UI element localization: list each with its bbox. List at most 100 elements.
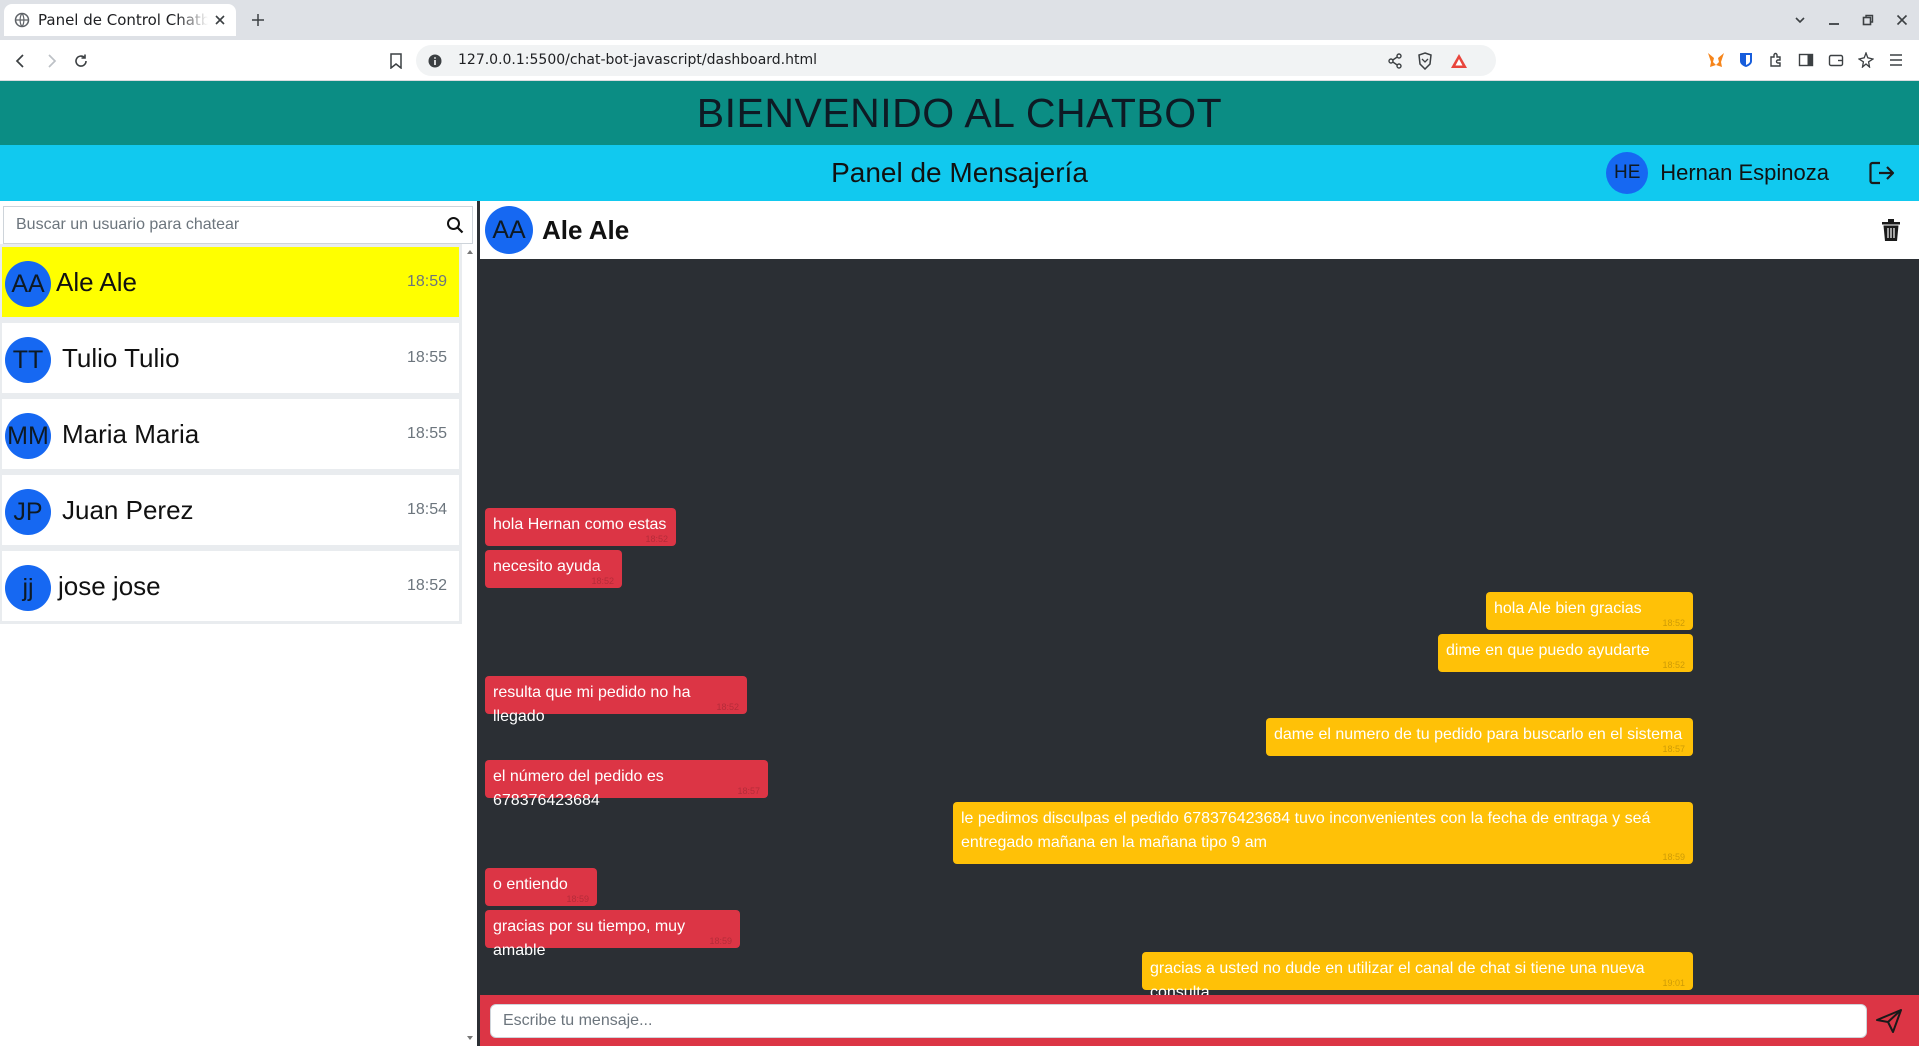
chat-sidebar: AA Ale Ale 18:59 TT Tulio Tulio 18:55 MM… <box>0 201 477 1046</box>
message-received: hola Hernan como estas 18:52 <box>485 508 676 546</box>
site-info-icon[interactable] <box>428 53 442 68</box>
metamask-icon[interactable] <box>1706 50 1726 70</box>
close-window-icon[interactable] <box>1885 0 1919 40</box>
chat-item-juan-perez[interactable]: JP Juan Perez 18:54 <box>0 472 462 548</box>
sidebar-toggle-icon[interactable] <box>1796 50 1816 70</box>
menu-icon[interactable] <box>1886 50 1906 70</box>
send-icon[interactable] <box>1873 1006 1905 1036</box>
message-received: necesito ayuda 18:52 <box>485 550 622 588</box>
panel-header: Panel de Mensajería HE Hernan Espinoza <box>0 145 1919 201</box>
message-time: 18:52 <box>1662 618 1685 628</box>
chat-item-name: Ale Ale <box>56 267 137 297</box>
message-text: dime en que puedo ayudarte <box>1446 642 1650 659</box>
close-tab-icon[interactable] <box>212 12 228 28</box>
trash-icon[interactable] <box>1880 217 1902 243</box>
message-time: 18:52 <box>1662 660 1685 670</box>
message-text: gracias por su tiempo, muy amable <box>493 918 686 959</box>
chat-item-maria-maria[interactable]: MM Maria Maria 18:55 <box>0 396 462 472</box>
extensions-icon[interactable] <box>1766 50 1786 70</box>
bookmark-icon[interactable] <box>385 50 407 72</box>
search-input[interactable] <box>4 207 434 243</box>
avatar: AA <box>5 261 51 307</box>
chat-item-time: 18:55 <box>406 425 447 442</box>
chat-item-ale-ale[interactable]: AA Ale Ale 18:59 <box>0 244 462 320</box>
browser-tab[interactable]: Panel de Control Chatbot <box>4 4 236 36</box>
tab-search-icon[interactable] <box>1783 0 1817 40</box>
wallet-icon[interactable] <box>1826 50 1846 70</box>
message-sent: hola Ale bien gracias 18:52 <box>1486 592 1693 630</box>
welcome-banner: BIENVENIDO AL CHATBOT <box>0 81 1919 145</box>
avatar: JP <box>5 489 51 535</box>
chat-item-name: Juan Perez <box>62 495 194 525</box>
message-input[interactable] <box>490 1004 1867 1038</box>
message-time: 18:59 <box>566 894 589 904</box>
message-sent: gracias a usted no dude en utilizar el c… <box>1142 952 1693 1001</box>
minimize-icon[interactable] <box>1817 0 1851 40</box>
tab-title: Panel de Control Chatbot <box>38 11 208 29</box>
back-icon[interactable] <box>10 50 32 72</box>
avatar: jj <box>5 565 51 611</box>
message-time: 18:59 <box>1662 852 1685 862</box>
url-field[interactable]: 127.0.0.1:5500/chat-bot-javascript/dashb… <box>416 45 1496 76</box>
message-sent: le pedimos disculpas el pedido 678376423… <box>953 802 1693 864</box>
forward-icon[interactable] <box>40 50 62 72</box>
avatar: TT <box>5 337 51 383</box>
message-time: 18:59 <box>709 936 732 946</box>
chat-item-jose-jose[interactable]: jj jose jose 18:52 <box>0 548 462 624</box>
message-time: 18:57 <box>1662 744 1685 754</box>
logout-icon[interactable] <box>1867 159 1897 187</box>
brave-shield-icon[interactable] <box>1416 52 1434 70</box>
chat-item-time: 18:59 <box>406 273 447 290</box>
message-sent: dame el numero de tu pedido para buscarl… <box>1266 718 1693 756</box>
chat-list: AA Ale Ale 18:59 TT Tulio Tulio 18:55 MM… <box>0 244 462 624</box>
message-received: gracias por su tiempo, muy amable 18:59 <box>485 910 740 959</box>
message-time: 18:52 <box>645 534 668 544</box>
avatar: MM <box>5 413 51 459</box>
message-text: o entiendo <box>493 876 568 893</box>
user-name: Hernan Espinoza <box>1660 160 1829 185</box>
search-icon[interactable] <box>444 214 466 236</box>
contact-avatar: AA <box>485 206 533 254</box>
share-icon[interactable] <box>1386 52 1404 70</box>
reload-icon[interactable] <box>70 50 92 72</box>
chat-item-name: Tulio Tulio <box>62 343 180 373</box>
message-time: 18:52 <box>716 702 739 712</box>
chat-item-name: jose jose <box>58 571 161 601</box>
scroll-down-icon[interactable] <box>466 1034 474 1042</box>
contact-name: Ale Ale <box>542 215 630 245</box>
restore-icon[interactable] <box>1851 0 1885 40</box>
user-search <box>3 206 473 244</box>
message-sent: dime en que puedo ayudarte 18:52 <box>1438 634 1693 672</box>
user-avatar: HE <box>1606 152 1649 194</box>
chat-item-time: 18:52 <box>406 577 447 594</box>
message-received: resulta que mi pedido no ha llegado 18:5… <box>485 676 747 725</box>
chat-item-name: Maria Maria <box>62 419 200 449</box>
scroll-up-icon[interactable] <box>466 248 474 256</box>
message-text: el número del pedido es 678376423684 <box>493 768 664 809</box>
url-text: 127.0.0.1:5500/chat-bot-javascript/dashb… <box>458 52 818 68</box>
brave-rewards-icon[interactable] <box>1450 52 1468 70</box>
address-bar: 127.0.0.1:5500/chat-bot-javascript/dashb… <box>0 40 1919 81</box>
message-text: resulta que mi pedido no ha llegado <box>493 684 691 725</box>
sidebar-scrollbar[interactable] <box>463 244 477 1046</box>
message-text: dame el numero de tu pedido para buscarl… <box>1274 726 1683 743</box>
message-composer <box>480 995 1919 1046</box>
message-time: 18:52 <box>591 576 614 586</box>
chat-item-time: 18:54 <box>406 501 447 518</box>
bitwarden-icon[interactable] <box>1736 50 1756 70</box>
message-received: o entiendo 18:59 <box>485 868 597 906</box>
user-profile: HE Hernan Espinoza <box>1606 152 1829 194</box>
leo-ai-icon[interactable] <box>1856 50 1876 70</box>
message-text: hola Ale bien gracias <box>1494 600 1642 617</box>
browser-tabbar: Panel de Control Chatbot <box>0 0 1919 40</box>
chat-item-time: 18:55 <box>406 349 447 366</box>
new-tab-icon[interactable] <box>248 10 268 30</box>
chat-header: AA Ale Ale <box>480 201 1919 259</box>
welcome-title: BIENVENIDO AL CHATBOT <box>696 89 1223 136</box>
message-text: necesito ayuda <box>493 558 601 575</box>
message-time: 19:01 <box>1662 978 1685 988</box>
message-text: hola Hernan como estas <box>493 516 667 533</box>
message-area: hola Hernan como estas 18:52 necesito ay… <box>480 259 1919 1001</box>
message-text: le pedimos disculpas el pedido 678376423… <box>961 810 1651 851</box>
chat-item-tulio-tulio[interactable]: TT Tulio Tulio 18:55 <box>0 320 462 396</box>
